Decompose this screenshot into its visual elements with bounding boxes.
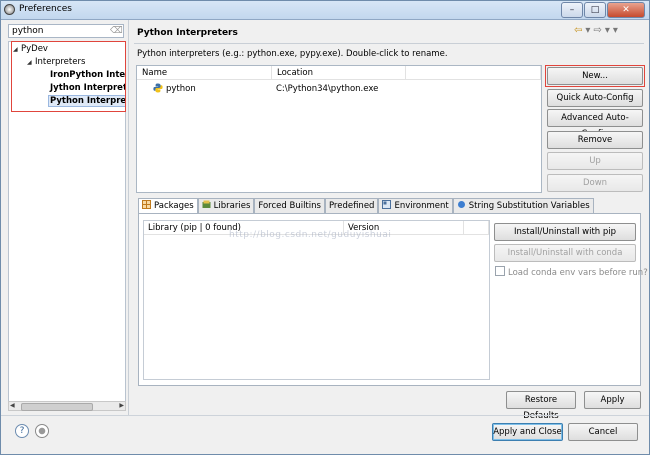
window-controls: – □ ✕: [560, 2, 645, 18]
down-button[interactable]: Down: [547, 174, 643, 192]
tab-packages[interactable]: Packages: [138, 198, 198, 214]
column-header-filler: [464, 221, 489, 235]
tab-string-substitution-variables[interactable]: String Substitution Variables: [452, 198, 594, 213]
quick-auto-config-button[interactable]: Quick Auto-Config: [547, 89, 643, 107]
advanced-auto-config-button[interactable]: Advanced Auto-Config: [547, 109, 643, 139]
preference-tree[interactable]: ◢PyDev ◢Interpreters IronPython Interp J…: [8, 41, 126, 411]
tree-item-jython[interactable]: Jython Interprete: [50, 83, 125, 93]
forward-icon[interactable]: ⇨: [593, 25, 604, 36]
remove-button[interactable]: Remove: [547, 131, 643, 149]
load-conda-checkbox[interactable]: Load conda env vars before run?: [495, 266, 648, 278]
expand-arrow-icon[interactable]: ◢: [27, 59, 35, 66]
table-row[interactable]: python: [153, 82, 196, 96]
string-substitution-icon: [457, 201, 465, 208]
tree-item-pydev[interactable]: ◢ PyDev: [13, 44, 48, 54]
up-button[interactable]: Up: [547, 152, 643, 170]
environment-icon: [382, 200, 392, 209]
forward-menu-icon[interactable]: ▾: [605, 25, 613, 36]
page-navigation: ⇦▾⇨▾▾: [574, 25, 621, 36]
pane-divider[interactable]: [128, 20, 129, 416]
tree-horizontal-scrollbar[interactable]: ◀ ▶: [8, 401, 126, 411]
expand-arrow-icon[interactable]: ◢: [13, 46, 21, 53]
restore-defaults-button[interactable]: Restore Defaults: [506, 391, 576, 421]
apply-button[interactable]: Apply: [584, 391, 641, 409]
page-title: Python Interpreters: [137, 28, 238, 38]
libraries-icon: [202, 200, 211, 208]
apply-and-close-button[interactable]: Apply and Close: [492, 423, 563, 441]
help-icon[interactable]: ?: [15, 424, 29, 438]
maximize-button[interactable]: □: [584, 2, 606, 18]
close-button[interactable]: ✕: [607, 2, 645, 18]
back-icon[interactable]: ⇦: [574, 25, 585, 36]
tab-environment[interactable]: Environment: [378, 198, 453, 213]
packages-icon: [142, 200, 151, 209]
filter-input[interactable]: python ⌫: [8, 24, 124, 38]
tab-libraries[interactable]: Libraries: [197, 198, 255, 213]
column-header-name[interactable]: Name: [137, 66, 272, 80]
interpreters-table[interactable]: Name Location python C:\Python34\python.…: [136, 65, 542, 193]
interpreter-location: C:\Python34\python.exe: [276, 84, 379, 94]
column-header-location[interactable]: Location: [272, 66, 406, 80]
view-menu-icon[interactable]: ▾: [613, 25, 621, 36]
install-pip-button[interactable]: Install/Uninstall with pip: [494, 223, 636, 241]
cancel-button[interactable]: Cancel: [568, 423, 638, 441]
minimize-button[interactable]: –: [561, 2, 583, 18]
scroll-thumb[interactable]: [21, 403, 93, 411]
title-bar: Preferences – □ ✕: [1, 1, 649, 20]
watermark-text: http://blog.csdn.net/guduyishuai: [229, 230, 392, 240]
interpreter-name: python: [166, 84, 196, 94]
scroll-right-icon[interactable]: ▶: [119, 402, 124, 409]
libraries-table[interactable]: Library (pip | 0 found) Version: [143, 220, 490, 380]
install-conda-button[interactable]: Install/Uninstall with conda: [494, 244, 636, 262]
preferences-icon: [4, 4, 15, 15]
title-separator: [134, 43, 644, 44]
window-title: Preferences: [19, 4, 72, 14]
footer-separator: [1, 415, 649, 416]
interpreter-tabs: Packages Libraries Forced Builtins Prede…: [138, 198, 594, 214]
clear-filter-icon[interactable]: ⌫: [110, 26, 123, 36]
column-header-filler: [406, 66, 541, 80]
python-icon: [153, 83, 163, 93]
page-description: Python interpreters (e.g.: python.exe, p…: [137, 49, 448, 59]
scroll-left-icon[interactable]: ◀: [10, 402, 15, 409]
tree-item-ironpython[interactable]: IronPython Interp: [50, 70, 125, 80]
new-button[interactable]: New...: [547, 67, 643, 85]
checkbox-box[interactable]: [495, 266, 505, 276]
tree-item-python[interactable]: Python Interprete: [48, 95, 125, 107]
tab-forced-builtins[interactable]: Forced Builtins: [254, 198, 325, 213]
record-macro-icon[interactable]: [35, 424, 49, 438]
preferences-window: Preferences – □ ✕ python ⌫ ◢ PyDev ◢ Inter…: [0, 0, 650, 455]
filter-value: python: [12, 26, 44, 36]
tree-item-interpreters[interactable]: ◢ Interpreters: [27, 57, 85, 67]
tab-predefined[interactable]: Predefined: [324, 198, 379, 213]
